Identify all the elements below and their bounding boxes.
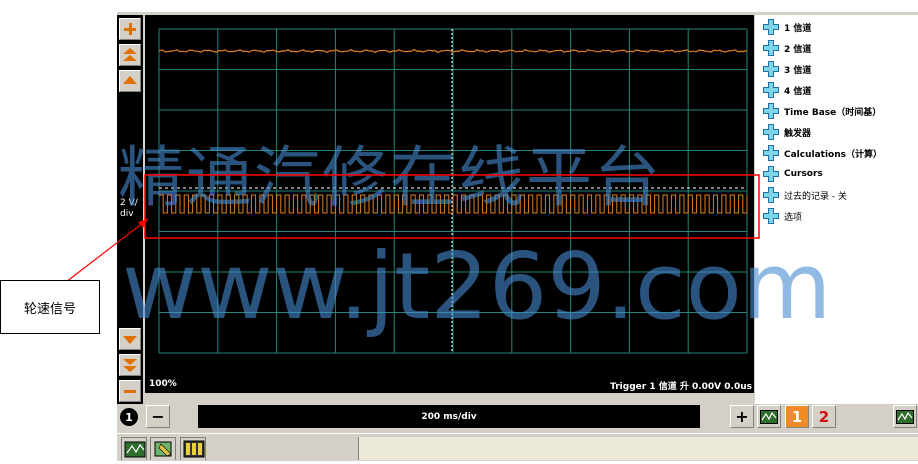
callout-label: 轮速信号 (0, 280, 100, 334)
callout-arrow-head (138, 219, 148, 228)
signal-highlight-box (144, 174, 760, 239)
callout-arrow-line (65, 218, 149, 283)
annotation-overlay (65, 174, 760, 283)
